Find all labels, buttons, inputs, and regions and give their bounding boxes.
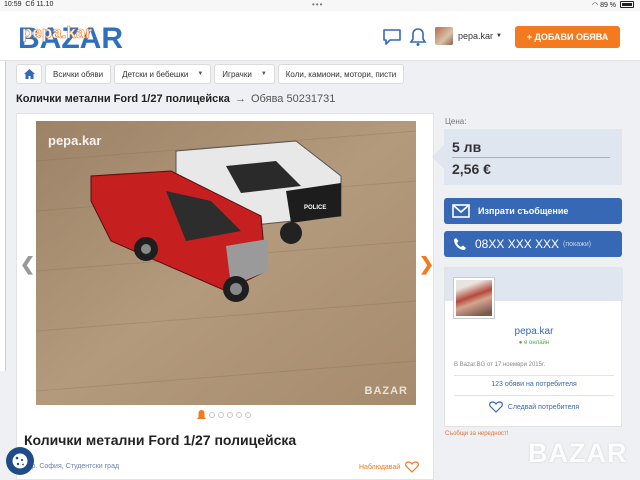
report-link[interactable]: Съобщи за нередност! — [445, 431, 508, 437]
price-label: Цена: — [445, 117, 467, 126]
pager-dot[interactable] — [218, 412, 224, 418]
user-menu-name: pepa.kar — [458, 31, 494, 41]
corner-watermark: BAZAR — [528, 438, 628, 468]
listing-heading: Колички метални Ford 1/27 полицейска — [24, 432, 297, 448]
breadcrumb-cars[interactable]: Коли, камиони, мотори, писти — [277, 64, 405, 84]
send-message-button[interactable]: Изпрати съобщение — [444, 198, 622, 224]
watch-label: Наблюдавай — [359, 463, 401, 471]
cookie-settings-button[interactable] — [6, 447, 34, 475]
police-badge: POLICE — [304, 205, 326, 211]
breadcrumb-label: Играчки — [222, 69, 252, 79]
listing-photo[interactable]: POLICE pepa.kar BAZAR — [36, 121, 416, 405]
chevron-down-icon: ▼ — [496, 33, 502, 39]
seller-name[interactable]: pepa.kar — [445, 326, 623, 337]
avatar — [435, 27, 453, 45]
status-time-text: 10:59 — [4, 1, 22, 8]
status-bar: 10:59 Сб 11.10 ••• ◠ 89 % — [0, 0, 640, 11]
status-date: Сб 11.10 — [25, 1, 54, 8]
cookie-icon — [12, 453, 28, 469]
seller-card: pepa.kar ● е онлайн В Bazar.BG от 17 ное… — [444, 267, 623, 427]
heart-icon — [488, 401, 503, 413]
divider — [454, 395, 614, 396]
divider — [454, 375, 614, 376]
price-lv: 5 лв — [452, 139, 482, 155]
listing-card: POLICE pepa.kar BAZAR ❮ ❯ Колички металн… — [16, 113, 434, 480]
pager-dot[interactable] — [209, 412, 215, 418]
pager-dot[interactable] — [245, 412, 251, 418]
breadcrumb: Всички обяви Детски и бебешки ▼ Играчки ▼ … — [16, 63, 407, 85]
seller-avatar[interactable] — [453, 277, 495, 319]
left-edge-strip — [0, 11, 6, 371]
bazar-logo[interactable]: BAZAR pepa.kar — [16, 18, 124, 55]
heart-icon — [405, 461, 420, 473]
page-title-text: Колички метални Ford 1/27 полицейска — [16, 93, 230, 105]
price-divider — [452, 157, 610, 158]
price-box: 5 лв 2,56 € — [432, 129, 622, 185]
follow-seller-button[interactable]: Следвай потребителя — [445, 401, 623, 413]
bell-pager-icon[interactable] — [197, 410, 206, 420]
status-time: 10:59 Сб 11.10 — [4, 1, 53, 8]
pager-dot[interactable] — [236, 412, 242, 418]
home-icon — [23, 69, 35, 79]
breadcrumb-toys[interactable]: Играчки ▼ — [214, 64, 275, 84]
pager-dot[interactable] — [227, 412, 233, 418]
phone-number: 08XX XXX XXX — [475, 237, 560, 251]
user-menu[interactable]: pepa.kar ▼ — [435, 26, 502, 46]
wifi-icon: ◠ — [592, 2, 599, 9]
next-photo-icon[interactable]: ❯ — [419, 254, 434, 275]
price-eur: 2,56 € — [452, 161, 491, 177]
chevron-down-icon: ▼ — [260, 71, 267, 77]
show-phone-button[interactable]: 08XX XXX XXX (покажи) — [444, 231, 622, 257]
logo-overlay: pepa.kar — [22, 23, 92, 42]
breadcrumb-label: Всички обяви — [53, 69, 104, 79]
prev-photo-icon[interactable]: ❮ — [20, 254, 35, 275]
bell-icon[interactable] — [408, 27, 428, 47]
listing-location: гр. София, Студентски град — [29, 463, 120, 470]
breadcrumb-kids[interactable]: Детски и бебешки ▼ — [114, 64, 212, 84]
title-arrow: → — [234, 93, 246, 105]
photo-watermark-user: pepa.kar — [48, 133, 102, 148]
breadcrumb-label: Детски и бебешки — [122, 69, 189, 79]
watch-button[interactable]: Наблюдавай — [359, 461, 420, 473]
site-header: BAZAR pepa.kar pepa.kar ▼ + ДОБАВИ ОБЯВА — [0, 11, 640, 61]
breadcrumb-label: Коли, камиони, мотори, писти — [285, 69, 397, 79]
battery-text: 89 % — [600, 2, 617, 9]
photo-watermark-logo: BAZAR — [364, 385, 408, 397]
battery-icon — [620, 1, 634, 8]
seller-ads-link[interactable]: 123 обяви на потребителя — [445, 381, 623, 388]
envelope-icon — [452, 204, 470, 218]
phone-icon — [454, 238, 466, 250]
photo-pager — [197, 410, 254, 420]
messages-icon[interactable] — [382, 27, 402, 47]
seller-online-status: ● е онлайн — [518, 340, 550, 346]
follow-label: Следвай потребителя — [507, 403, 580, 411]
chevron-down-icon: ▼ — [197, 71, 204, 77]
phone-hint: (покажи) — [563, 240, 592, 248]
seller-since: В Bazar.BG от 17 ноември 2015г. — [454, 362, 546, 368]
page-title: Колички метални Ford 1/27 полицейска → О… — [16, 93, 335, 105]
add-listing-button[interactable]: + ДОБАВИ ОБЯВА — [515, 26, 620, 48]
send-message-label: Изпрати съобщение — [478, 206, 569, 216]
status-dots: ••• — [312, 0, 324, 9]
status-right: ◠ 89 % — [592, 1, 634, 9]
breadcrumb-home[interactable] — [16, 64, 42, 84]
breadcrumb-all-ads[interactable]: Всички обяви — [45, 64, 112, 84]
ad-number: Обява 50231731 — [251, 93, 336, 105]
